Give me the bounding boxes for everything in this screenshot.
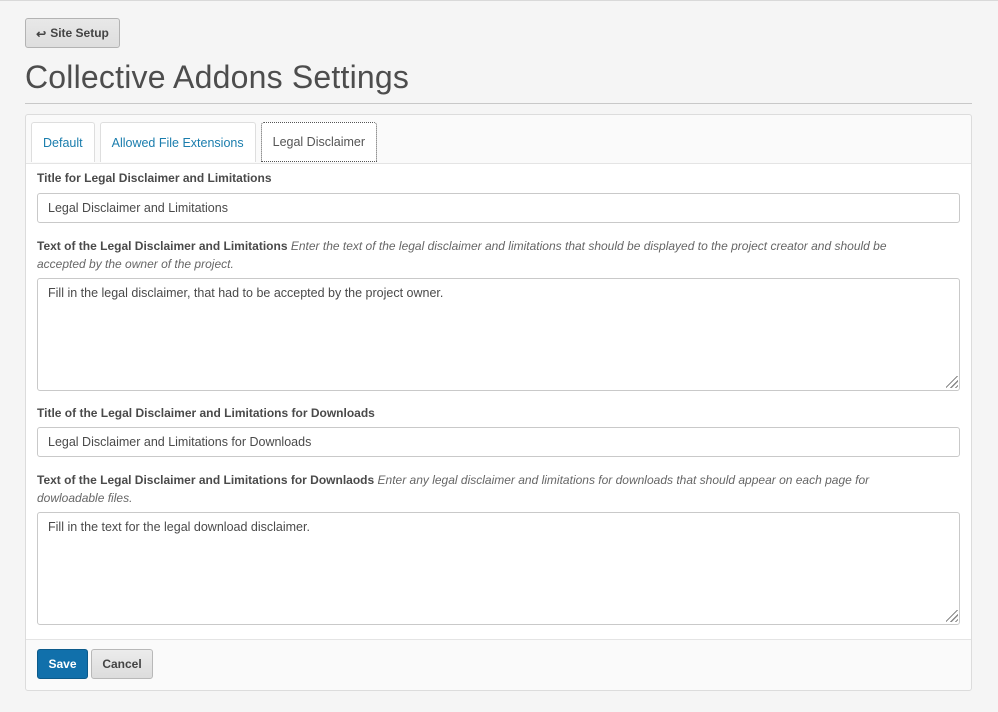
title-divider bbox=[25, 103, 972, 104]
tab-content: Title for Legal Disclaimer and Limitatio… bbox=[26, 163, 971, 640]
downloads-text-field-label-title: Text of the Legal Disclaimer and Limitat… bbox=[37, 473, 375, 487]
site-setup-label: Site Setup bbox=[50, 26, 109, 40]
resize-grip-icon[interactable] bbox=[946, 376, 958, 388]
site-setup-button[interactable]: ↩ Site Setup bbox=[25, 18, 120, 48]
tab-legal-disclaimer[interactable]: Legal Disclaimer bbox=[260, 122, 378, 162]
return-arrow-icon: ↩ bbox=[36, 27, 47, 41]
downloads-text-textarea[interactable]: Fill in the text for the legal download … bbox=[37, 512, 960, 625]
save-button[interactable]: Save bbox=[37, 649, 88, 679]
resize-grip-icon[interactable] bbox=[946, 610, 958, 622]
tab-default[interactable]: Default bbox=[31, 122, 95, 162]
downloads-text-field-label: Text of the Legal Disclaimer and Limitat… bbox=[37, 471, 917, 507]
tab-allowed-file-extensions[interactable]: Allowed File Extensions bbox=[99, 122, 256, 162]
title-input[interactable] bbox=[37, 193, 960, 223]
cancel-button[interactable]: Cancel bbox=[91, 649, 153, 679]
downloads-title-field-label: Title of the Legal Disclaimer and Limita… bbox=[37, 406, 375, 420]
text-textarea[interactable]: Fill in the legal disclaimer, that had t… bbox=[37, 278, 960, 391]
title-field-label: Title for Legal Disclaimer and Limitatio… bbox=[37, 171, 272, 185]
page-title: Collective Addons Settings bbox=[25, 59, 410, 95]
text-field-label-title: Text of the Legal Disclaimer and Limitat… bbox=[37, 239, 288, 253]
text-field-label: Text of the Legal Disclaimer and Limitat… bbox=[37, 237, 917, 273]
tab-bar: Default Allowed File Extensions Legal Di… bbox=[31, 122, 378, 163]
settings-panel: Default Allowed File Extensions Legal Di… bbox=[25, 114, 972, 691]
downloads-title-input[interactable] bbox=[37, 427, 960, 457]
